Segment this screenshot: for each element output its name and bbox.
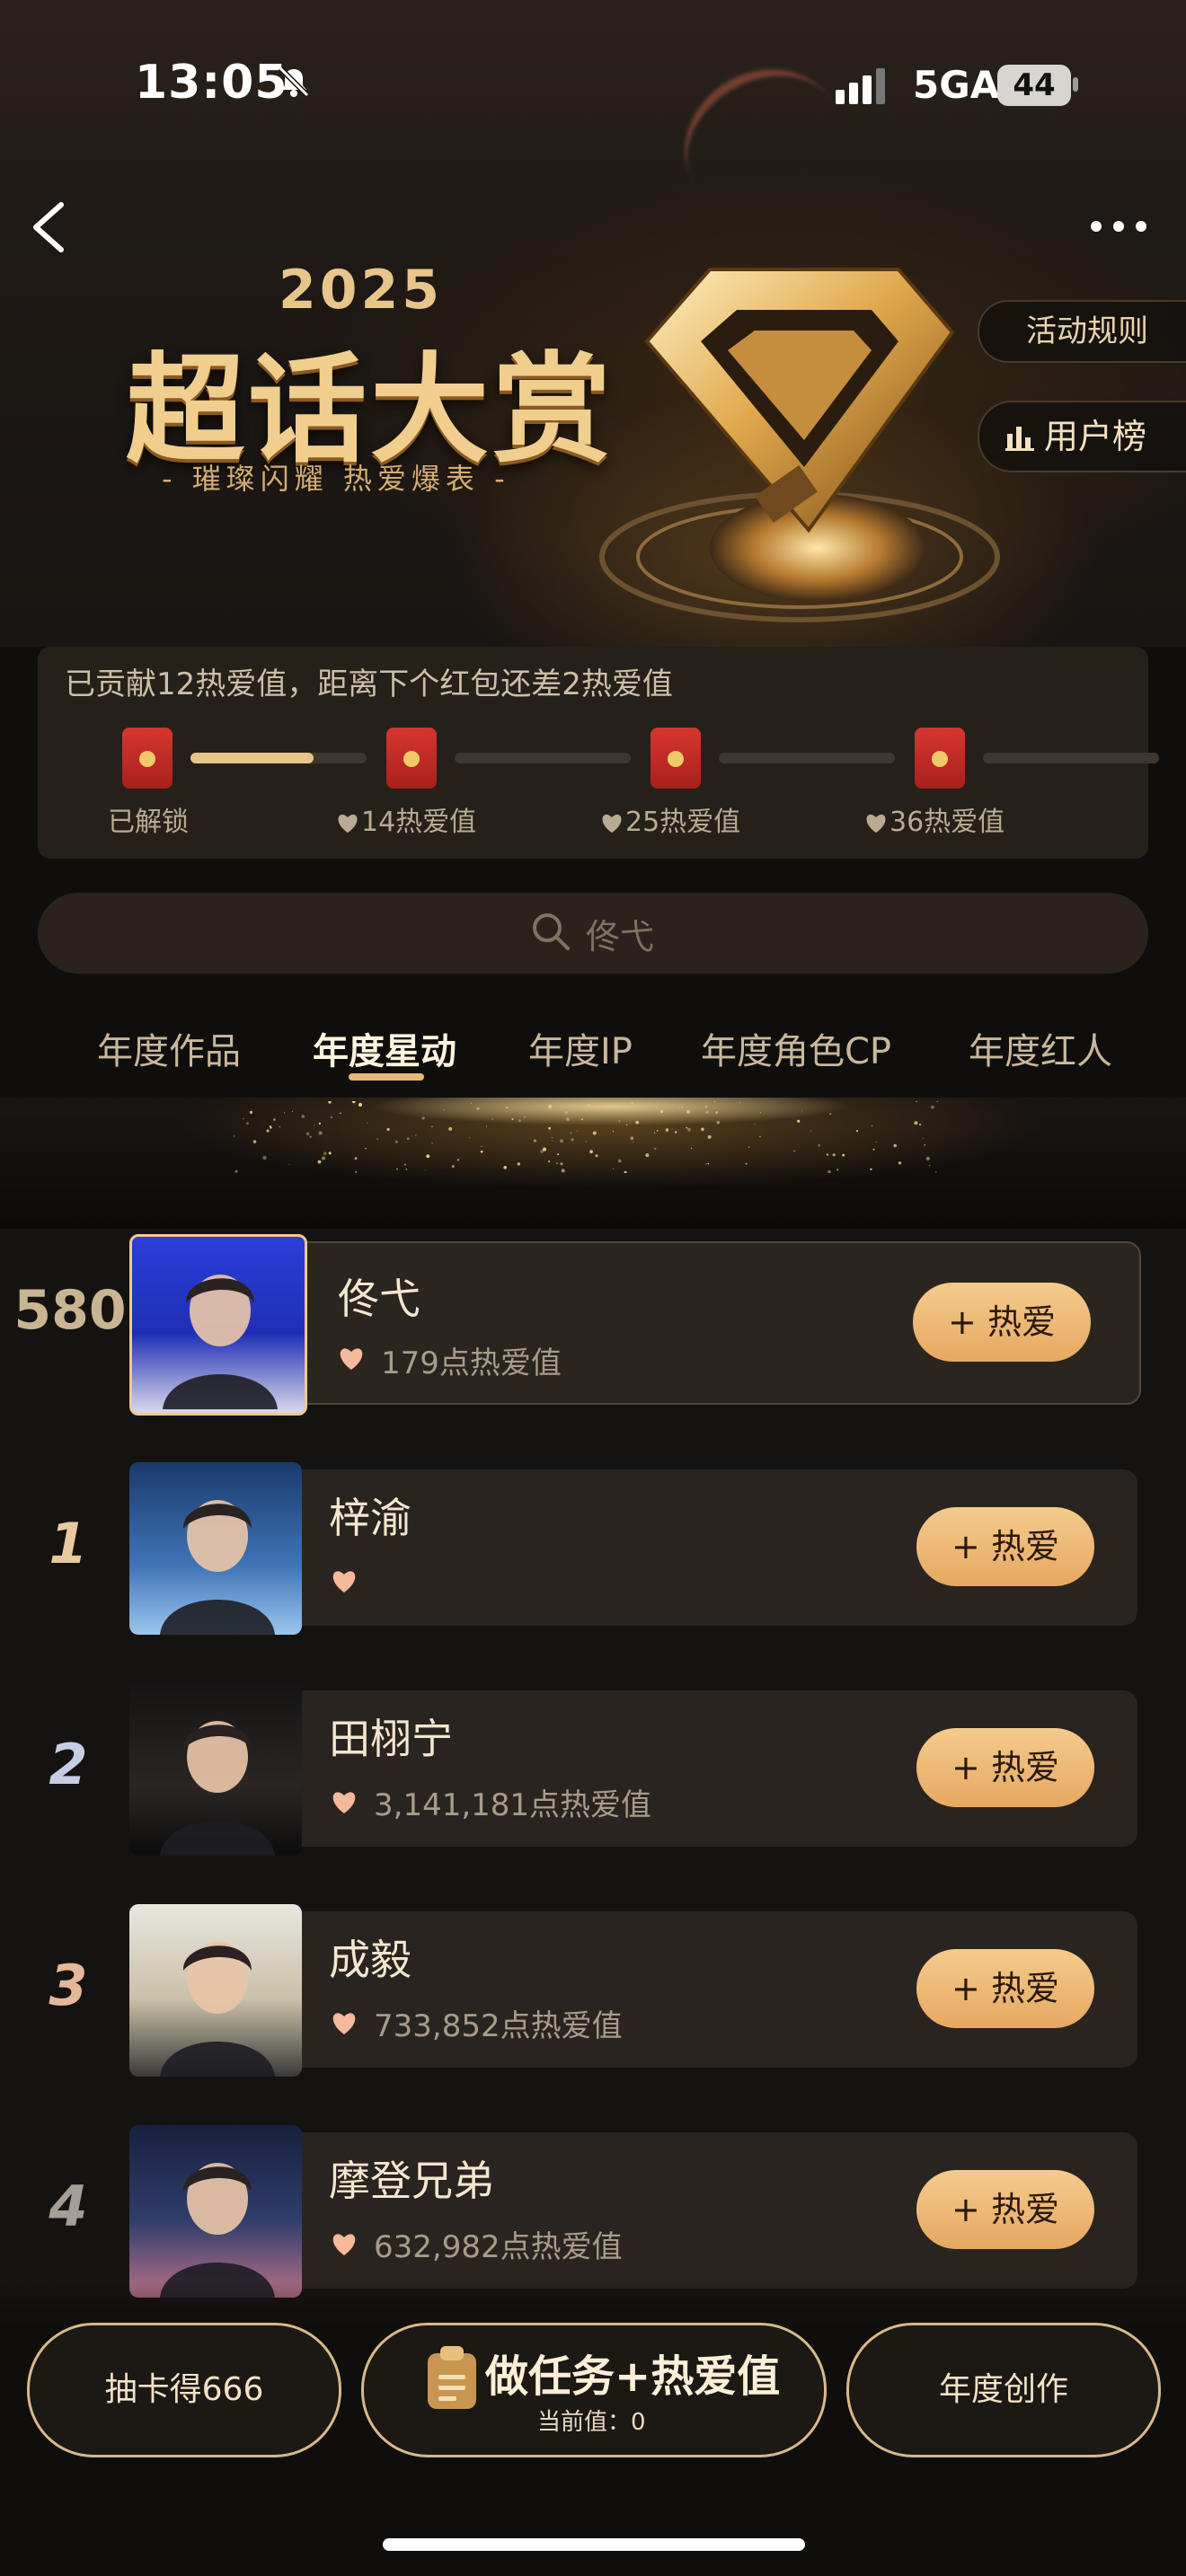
- search-input[interactable]: 佟弋: [586, 909, 654, 958]
- rank-number: 3: [49, 1953, 88, 2018]
- heart-icon: [602, 814, 622, 834]
- avatar-portrait: [160, 2163, 275, 2298]
- tab-1[interactable]: 年度星动: [313, 1022, 456, 1074]
- battery-indicator: 44: [997, 65, 1071, 106]
- signal-icon: [836, 68, 885, 104]
- clipboard-icon: [428, 2346, 476, 2409]
- gold-sparkles: [234, 1101, 938, 1173]
- milestone-label: 25热爱值: [600, 799, 740, 839]
- add-love-button[interactable]: + 热爱: [916, 2170, 1094, 2249]
- member-name: 成毅: [329, 1936, 412, 1984]
- avatar[interactable]: [129, 1462, 302, 1635]
- heart-icon: [332, 1571, 356, 1592]
- task-label: 做任务+热爱值: [485, 2351, 781, 2402]
- annual-creation-button[interactable]: 年度创作: [846, 2323, 1161, 2457]
- member-name: 摩登兄弟: [329, 2157, 494, 2205]
- love-score: 733,852点热爱值: [374, 2008, 623, 2044]
- avatar-portrait: [160, 1500, 275, 1635]
- event-year: 2025: [279, 259, 443, 322]
- milestone-label-text: 36热爱值: [890, 807, 1005, 838]
- avatar[interactable]: [129, 1683, 302, 1856]
- add-love-button[interactable]: + 热爱: [916, 1728, 1094, 1807]
- milestone-label: 14热爱值: [336, 799, 476, 839]
- member-name: 梓渝: [329, 1494, 412, 1542]
- event-slogan: - 璀璨闪耀 热爱爆表 -: [162, 462, 510, 496]
- red-envelope-icon[interactable]: [122, 728, 173, 789]
- love-score: 632,982点热爱值: [374, 2229, 623, 2265]
- user-ranking-label: 用户榜: [1044, 417, 1147, 456]
- contribution-text: 已贡献12热爱值，距离下个红包还差2热爱值: [65, 666, 673, 702]
- red-envelope-icon[interactable]: [651, 728, 701, 789]
- add-love-button[interactable]: + 热爱: [913, 1283, 1091, 1362]
- member-name: 田栩宁: [329, 1715, 453, 1763]
- milestone-progress-track: [719, 753, 895, 763]
- task-current-value: 当前值：0: [537, 2409, 646, 2436]
- tab-0[interactable]: 年度作品: [97, 1022, 241, 1074]
- heart-icon: [332, 2013, 356, 2034]
- tab-2[interactable]: 年度IP: [528, 1022, 633, 1074]
- heart-icon: [332, 1792, 356, 1813]
- heart-icon: [866, 814, 886, 834]
- milestone-label-text: 已解锁: [108, 807, 189, 838]
- rank-number: 580: [13, 1279, 127, 1342]
- home-indicator[interactable]: [383, 2538, 805, 2551]
- avatar-portrait: [160, 1721, 275, 1856]
- rank-number: 2: [49, 1732, 88, 1797]
- bar-chart-icon: [1005, 427, 1034, 451]
- bell-off-icon: [278, 66, 310, 98]
- avatar[interactable]: [129, 2125, 302, 2298]
- more-icon[interactable]: [1087, 208, 1150, 244]
- milestone-progress-track: [983, 753, 1159, 763]
- avatar-portrait: [160, 1942, 275, 2077]
- tab-4[interactable]: 年度红人: [969, 1022, 1112, 1074]
- rank-number: 1: [49, 1511, 88, 1576]
- user-ranking-button[interactable]: 用户榜: [978, 401, 1186, 472]
- add-love-button[interactable]: + 热爱: [916, 1507, 1094, 1586]
- love-score: 179点热爱值: [381, 1345, 562, 1381]
- add-love-button[interactable]: + 热爱: [916, 1949, 1094, 2028]
- search-icon: [533, 913, 570, 950]
- active-tab-indicator: [349, 1073, 424, 1081]
- milestone-label-text: 14热爱值: [361, 807, 477, 838]
- milestone-progress-track: [455, 753, 631, 763]
- activity-rules-button[interactable]: 活动规则: [978, 300, 1186, 363]
- draw-card-button[interactable]: 抽卡得666: [27, 2323, 341, 2457]
- trophy-logo-icon: [599, 268, 1000, 622]
- heart-icon: [340, 1348, 363, 1370]
- milestone-label: 36热爱值: [864, 799, 1005, 839]
- milestone-progress-fill: [190, 753, 314, 763]
- avatar[interactable]: [129, 1234, 307, 1416]
- heart-icon: [332, 2234, 356, 2255]
- red-envelope-icon[interactable]: [386, 728, 437, 789]
- status-time: 13:05: [135, 56, 288, 110]
- heart-icon: [338, 814, 358, 834]
- battery-nub: [1073, 77, 1078, 92]
- member-name: 佟弋: [338, 1275, 420, 1323]
- tab-3[interactable]: 年度角色CP: [701, 1022, 891, 1074]
- network-type: 5GA: [913, 63, 1000, 107]
- rank-number: 4: [49, 2174, 88, 2239]
- back-arrow-icon[interactable]: [23, 198, 77, 257]
- love-score: 3,141,181点热爱值: [374, 1787, 652, 1823]
- milestone-label: 已解锁: [108, 799, 189, 839]
- avatar-portrait: [163, 1275, 278, 1409]
- milestone-label-text: 25热爱值: [625, 807, 741, 838]
- avatar[interactable]: [129, 1904, 302, 2077]
- red-envelope-icon[interactable]: [915, 728, 965, 789]
- milestone-progress-track: [190, 753, 367, 763]
